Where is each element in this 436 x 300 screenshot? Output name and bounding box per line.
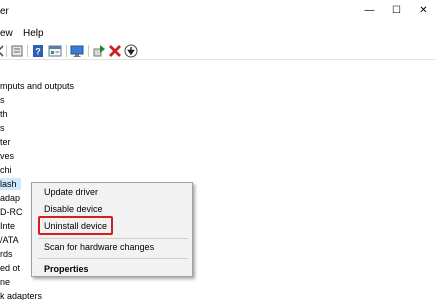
download-icon[interactable] <box>124 44 138 58</box>
menu-bar: ew Help <box>0 26 436 42</box>
menu-view[interactable]: ew <box>0 28 13 39</box>
tree-item[interactable]: D-RC <box>0 206 23 218</box>
tree-item[interactable]: ed ot <box>0 262 20 274</box>
menu-item-disable-device[interactable]: Disable device <box>44 203 103 215</box>
toolbar-separator <box>27 45 28 57</box>
tree-item[interactable]: ter <box>0 136 11 148</box>
minimize-button[interactable]: — <box>356 0 383 23</box>
toolbar-separator <box>88 45 89 57</box>
toolbar: ? <box>0 42 436 60</box>
menu-item-scan-hardware[interactable]: Scan for hardware changes <box>44 241 154 253</box>
tree-item[interactable]: chi <box>0 164 12 176</box>
menu-separator <box>38 238 188 239</box>
uninstall-highlight-box <box>38 216 113 235</box>
tree-item[interactable]: /ATA <box>0 234 19 246</box>
monitor-icon[interactable] <box>70 44 84 58</box>
context-menu: Update driver Disable device Uninstall d… <box>31 182 193 277</box>
maximize-button[interactable]: ☐ <box>383 0 410 23</box>
tree-item[interactable]: th <box>0 108 8 120</box>
device-manager-icon[interactable] <box>10 44 24 58</box>
toolbar-separator <box>66 45 67 57</box>
tree-item[interactable]: mputs and outputs <box>0 80 74 92</box>
title-bar: er — ☐ ✕ <box>0 0 436 23</box>
svg-text:?: ? <box>35 47 41 57</box>
tree-item[interactable]: k adapters <box>0 290 42 300</box>
tree-item[interactable]: adap <box>0 192 20 204</box>
window-title: er <box>0 6 9 17</box>
tree-item[interactable]: s <box>0 122 5 134</box>
help-icon[interactable]: ? <box>31 44 45 58</box>
properties-view-icon[interactable] <box>48 44 62 58</box>
toolbar-separator <box>6 45 7 57</box>
update-driver-icon[interactable] <box>92 44 106 58</box>
tree-item[interactable]: s <box>0 94 5 106</box>
tree-item[interactable]: Inte <box>0 220 15 232</box>
tree-item-selected[interactable]: lash <box>0 178 21 190</box>
uninstall-icon[interactable] <box>108 44 122 58</box>
tree-item[interactable]: ne <box>0 276 10 288</box>
tree-item[interactable]: rds <box>0 248 13 260</box>
menu-help[interactable]: Help <box>23 28 44 39</box>
menu-separator <box>38 258 188 259</box>
menu-item-properties[interactable]: Properties <box>44 263 89 275</box>
close-button[interactable]: ✕ <box>410 0 436 23</box>
tree-item[interactable]: ves <box>0 150 14 162</box>
menu-item-update-driver[interactable]: Update driver <box>44 186 98 198</box>
